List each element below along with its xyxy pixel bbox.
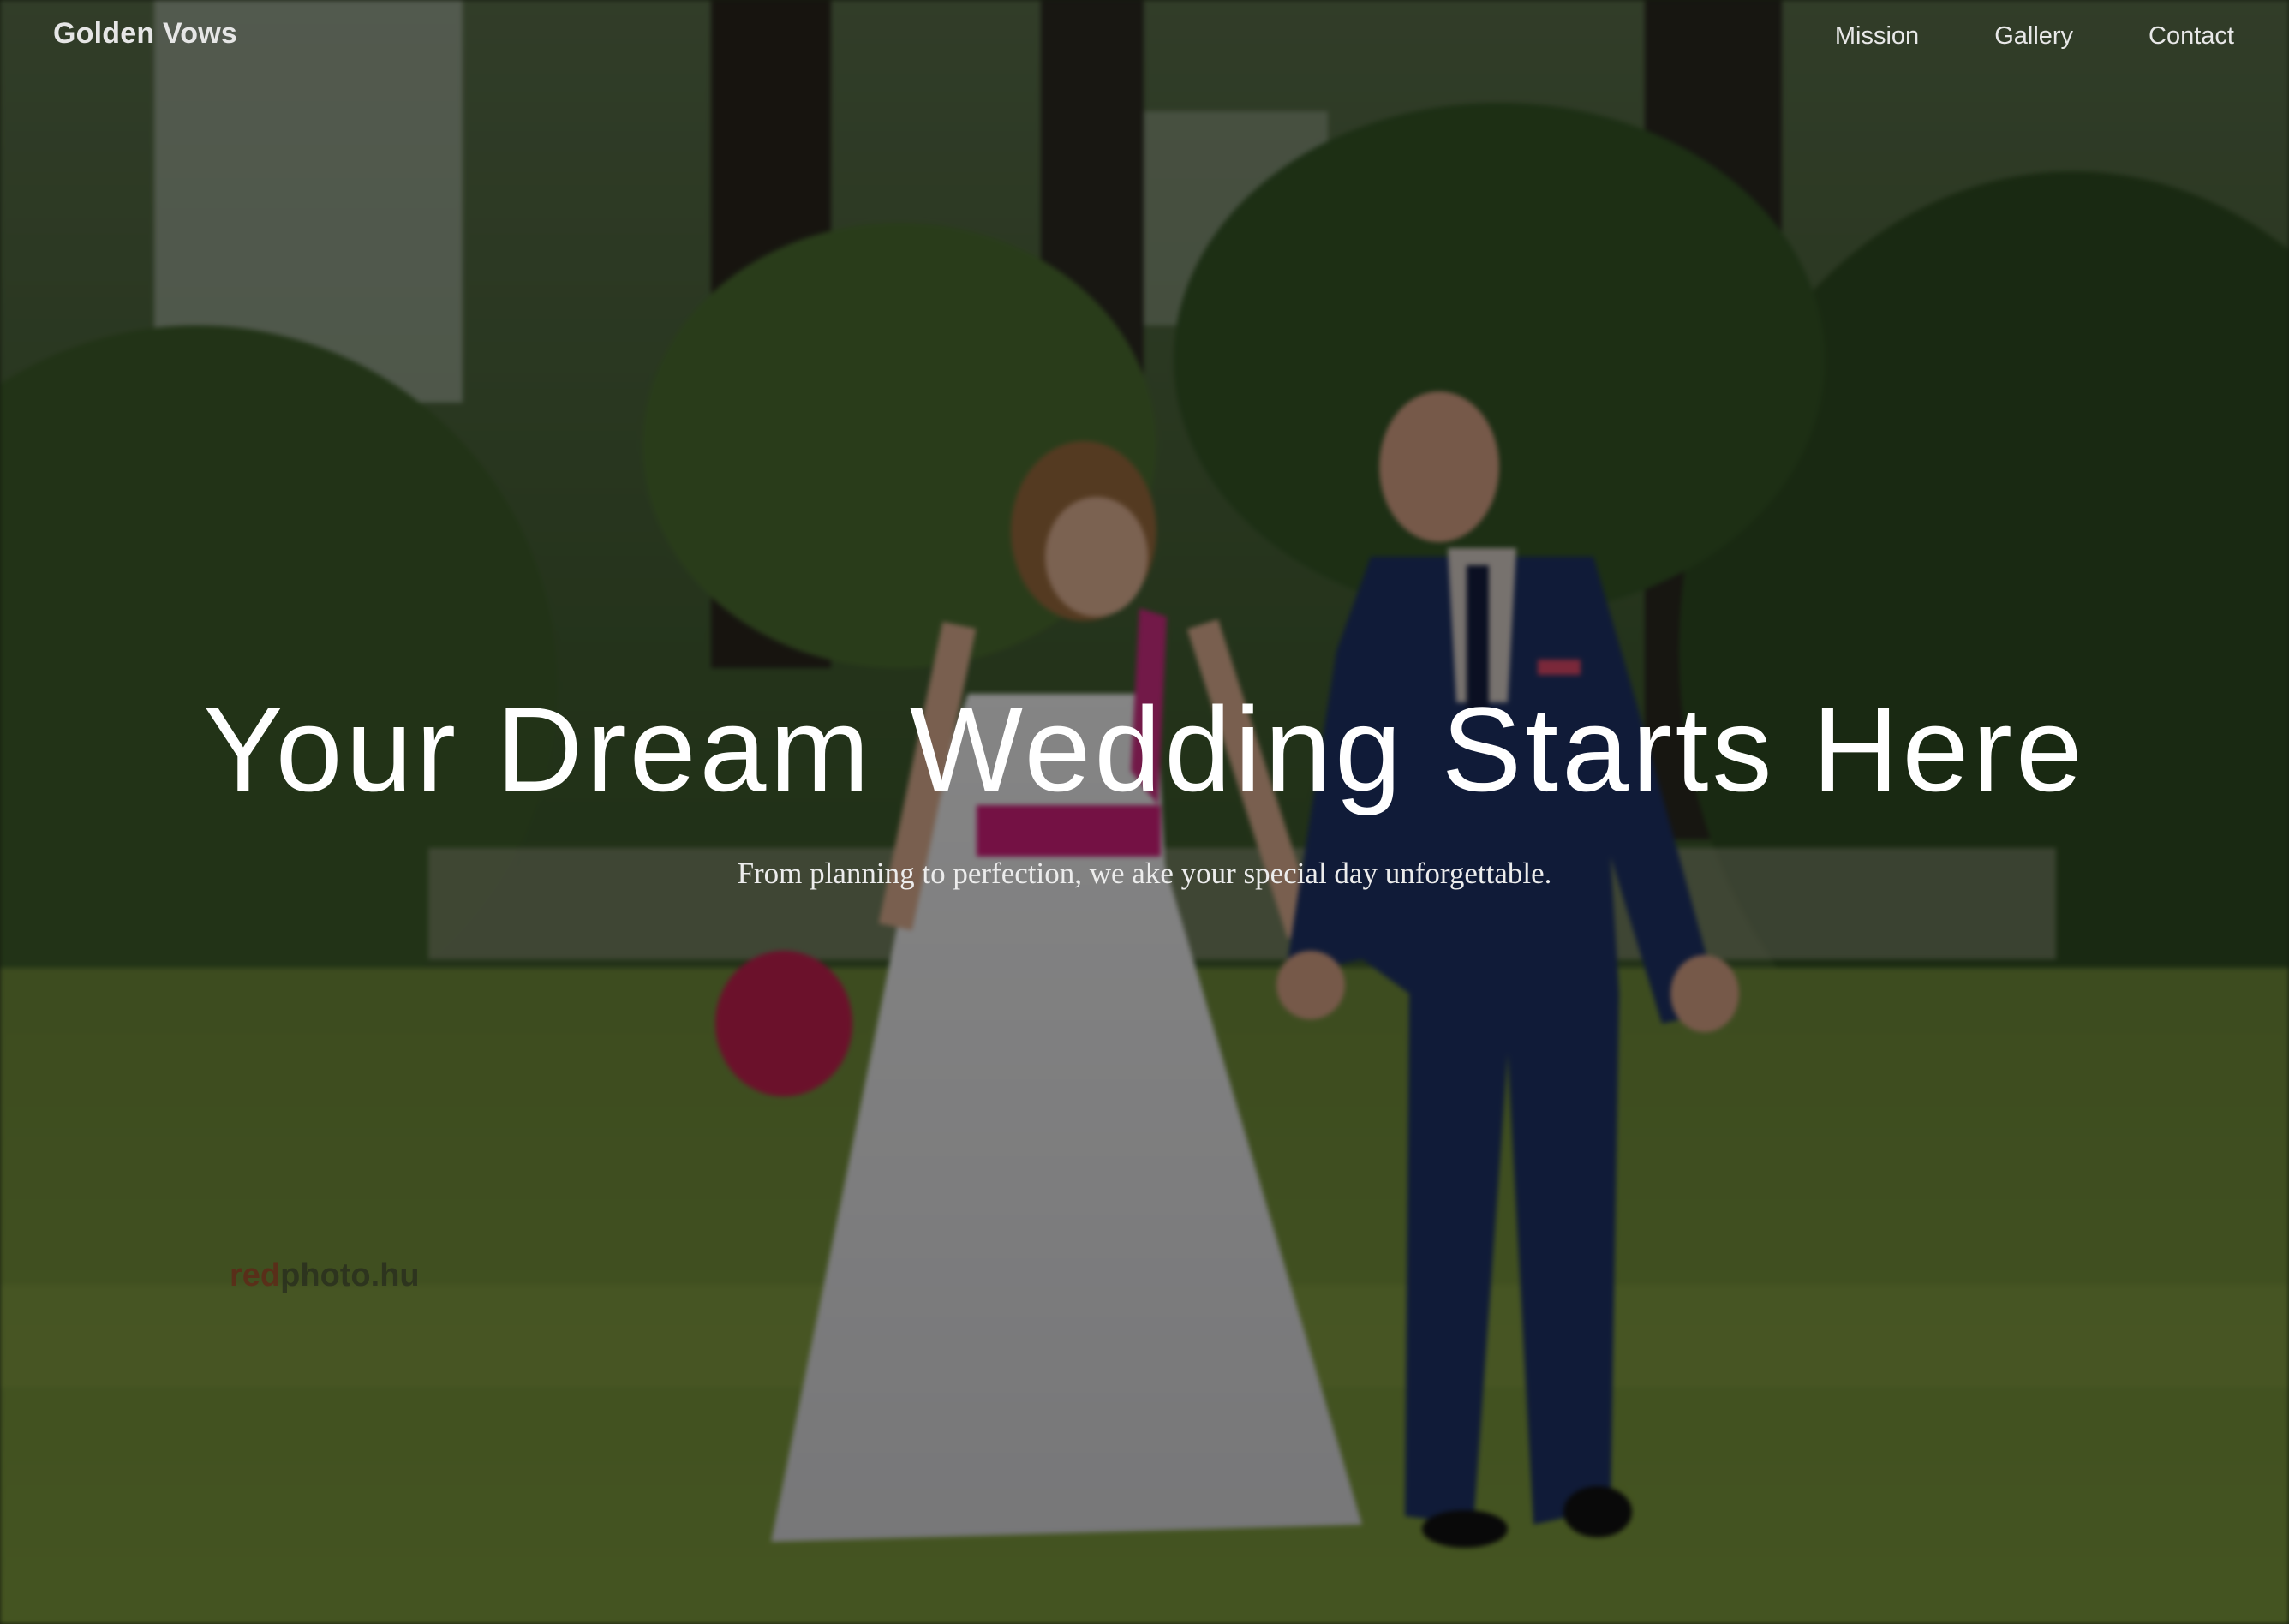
hero-headline: Your Dream Wedding Starts Here [203,682,2086,816]
nav-links: Mission Gallery Contact [1835,22,2234,51]
brand-logo-link[interactable]: Golden Vows [53,17,237,51]
watermark-prefix: red [230,1257,281,1293]
photo-watermark: redphoto.hu [230,1257,420,1294]
nav-link-contact[interactable]: Contact [2149,22,2234,51]
nav-link-mission[interactable]: Mission [1835,22,1919,51]
hero-section: redphoto.hu Golden Vows Mission Gallery … [0,0,2289,1624]
top-navigation: Golden Vows Mission Gallery Contact [0,0,2289,77]
hero-subheadline: From planning to perfection, we ake your… [737,857,1552,890]
nav-link-gallery[interactable]: Gallery [1994,22,2073,51]
watermark-rest: photo.hu [280,1257,420,1293]
